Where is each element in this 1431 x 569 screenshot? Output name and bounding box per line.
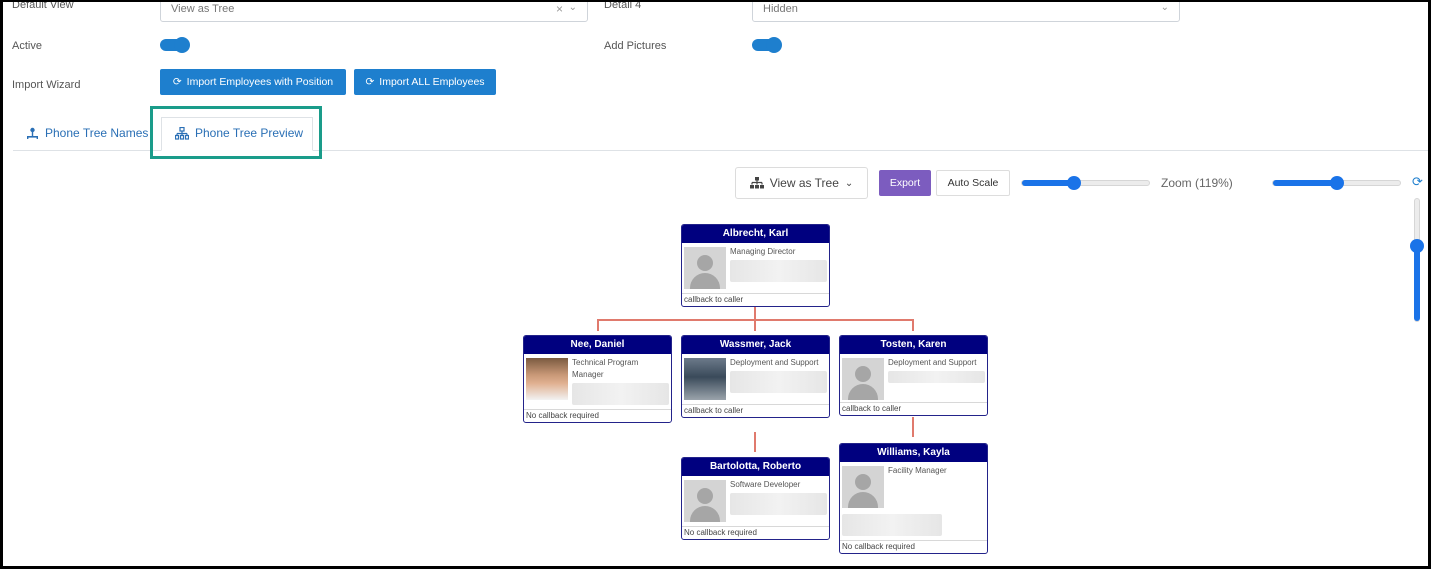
connector-line xyxy=(597,319,599,331)
person-tree-icon xyxy=(27,127,38,139)
connector-line xyxy=(912,319,914,331)
org-card-daniel[interactable]: Nee, Daniel Technical Program Manager No… xyxy=(523,335,672,423)
connector-line xyxy=(912,417,914,437)
active-toggle[interactable] xyxy=(160,37,190,53)
zoom-slider[interactable] xyxy=(1021,176,1150,190)
export-button[interactable]: Export xyxy=(879,170,931,196)
card-name: Tosten, Karen xyxy=(840,336,987,354)
avatar-placeholder-icon xyxy=(842,358,884,400)
card-title: Deployment and Support xyxy=(888,358,977,367)
card-name: Albrecht, Karl xyxy=(682,225,829,243)
card-callback: callback to caller xyxy=(682,293,829,306)
refresh-icon: ⟳ xyxy=(172,76,182,88)
detail4-label: Detail 4 xyxy=(604,0,642,11)
card-callback: No callback required xyxy=(682,526,829,539)
tab-phone-tree-names[interactable]: Phone Tree Names xyxy=(26,126,148,140)
redacted-details xyxy=(572,383,669,405)
zoom-label: Zoom (119%) xyxy=(1161,176,1233,190)
card-name: Nee, Daniel xyxy=(524,336,671,354)
view-as-tree-dropdown[interactable]: View as Tree ⌄ xyxy=(735,167,868,199)
pan-slider-fill xyxy=(1273,180,1337,186)
default-view-select[interactable]: View as Tree × ⌄ xyxy=(160,2,588,22)
card-name: Wassmer, Jack xyxy=(682,336,829,354)
detail4-value: Hidden xyxy=(763,3,798,15)
horizontal-pan-slider[interactable] xyxy=(1272,176,1401,190)
card-callback: No callback required xyxy=(524,409,671,422)
card-title: Software Developer xyxy=(730,480,801,489)
add-pictures-toggle[interactable] xyxy=(752,37,782,53)
auto-scale-button[interactable]: Auto Scale xyxy=(936,170,1010,196)
card-title: Technical Program Manager xyxy=(572,358,639,379)
sitemap-icon xyxy=(749,177,764,189)
refresh-icon: ⟳ xyxy=(365,76,375,88)
active-label: Active xyxy=(12,40,42,52)
vertical-slider-fill xyxy=(1414,243,1420,321)
avatar-placeholder-icon xyxy=(684,480,726,522)
pan-slider-handle[interactable] xyxy=(1330,176,1344,190)
refresh-icon[interactable]: ⟳ xyxy=(1412,174,1423,190)
org-card-karl[interactable]: Albrecht, Karl Managing Director callbac… xyxy=(681,224,830,307)
card-name: Bartolotta, Roberto xyxy=(682,458,829,476)
connector-line xyxy=(754,305,756,320)
redacted-details xyxy=(730,493,827,515)
chevron-down-icon: ⌄ xyxy=(844,177,854,189)
card-name: Williams, Kayla xyxy=(840,444,987,462)
connector-line xyxy=(754,432,756,452)
clear-icon[interactable]: × xyxy=(556,2,563,16)
card-title: Deployment and Support xyxy=(730,358,819,367)
card-title: Facility Manager xyxy=(888,466,947,475)
chevron-down-icon: ⌄ xyxy=(568,2,577,13)
employee-photo xyxy=(526,358,568,400)
redacted-details xyxy=(888,371,985,383)
default-view-label: Default View xyxy=(12,0,74,11)
chevron-down-icon: ⌄ xyxy=(1160,2,1169,13)
card-callback: callback to caller xyxy=(840,402,987,415)
import-wizard-label: Import Wizard xyxy=(12,79,81,91)
vertical-slider-handle[interactable] xyxy=(1410,239,1424,253)
highlight-box xyxy=(150,106,322,159)
card-callback: callback to caller xyxy=(682,404,829,417)
avatar-placeholder-icon xyxy=(684,247,726,289)
detail4-select[interactable]: Hidden ⌄ xyxy=(752,2,1180,22)
connector-line xyxy=(754,319,756,331)
default-view-value: View as Tree xyxy=(171,3,235,15)
vertical-pan-slider[interactable] xyxy=(1410,198,1424,322)
employee-photo xyxy=(684,358,726,400)
redacted-details xyxy=(730,371,827,393)
add-pictures-label: Add Pictures xyxy=(604,40,667,52)
import-all-employees-button[interactable]: ⟳ Import ALL Employees xyxy=(354,69,496,95)
card-title: Managing Director xyxy=(730,247,796,256)
card-callback: No callback required xyxy=(840,540,987,553)
org-card-jack[interactable]: Wassmer, Jack Deployment and Support cal… xyxy=(681,335,830,418)
zoom-slider-handle[interactable] xyxy=(1067,176,1081,190)
org-card-karen[interactable]: Tosten, Karen Deployment and Support cal… xyxy=(839,335,988,416)
app-window: Default View View as Tree × ⌄ Detail 4 H… xyxy=(0,0,1431,569)
redacted-details xyxy=(730,260,827,282)
redacted-details xyxy=(842,514,942,536)
org-card-roberto[interactable]: Bartolotta, Roberto Software Developer N… xyxy=(681,457,830,540)
org-card-kayla[interactable]: Williams, Kayla Facility Manager No call… xyxy=(839,443,988,554)
avatar-placeholder-icon xyxy=(842,466,884,508)
import-employees-position-button[interactable]: ⟳ Import Employees with Position xyxy=(160,69,346,95)
